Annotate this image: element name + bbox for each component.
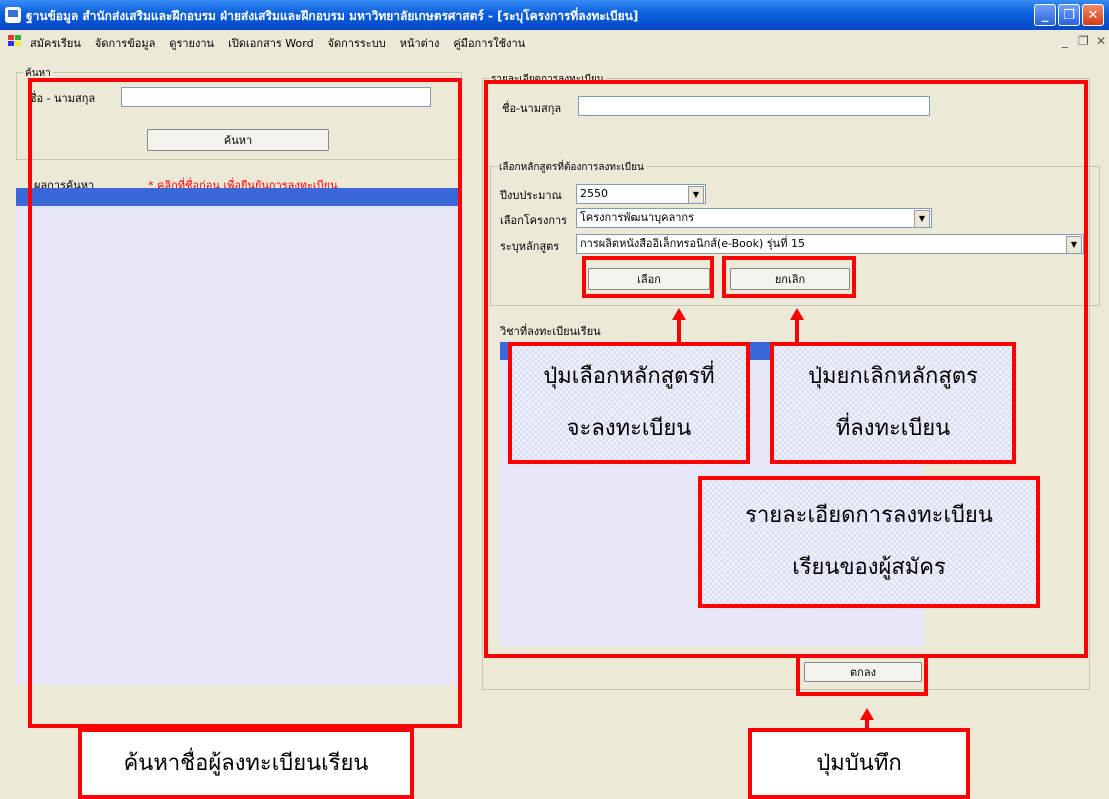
mdi-close-icon[interactable]: ✕	[1096, 34, 1106, 48]
menu-reports[interactable]: ดูรายงาน	[169, 34, 214, 52]
select-button-callout: ปุ่มเลือกหลักสูตรที่ จะลงทะเบียน	[508, 342, 750, 464]
menu-bar: สมัครเรียน จัดการข้อมูล ดูรายงาน เปิดเอก…	[0, 30, 1109, 52]
arrow-line	[795, 318, 799, 342]
title-bar: ฐานข้อมูล สำนักส่งเสริมและฝึกอบรม ฝ่ายส่…	[0, 0, 1109, 30]
details-callout: รายละเอียดการลงทะเบียน เรียนของผู้สมัคร	[698, 476, 1040, 608]
close-icon: ✕	[1087, 7, 1099, 23]
cancel-button-callout: ปุ่มยกเลิกหลักสูตร ที่ลงทะเบียน	[770, 342, 1016, 464]
app-icon	[5, 7, 21, 23]
arrow-line	[677, 318, 681, 342]
form-icon	[8, 35, 22, 47]
maximize-button[interactable]: ❐	[1058, 4, 1080, 26]
menu-manage-data[interactable]: จัดการข้อมูล	[95, 34, 155, 52]
menu-manual[interactable]: คู่มือการใช้งาน	[453, 34, 525, 52]
minimize-icon: _	[1041, 7, 1049, 23]
close-button[interactable]: ✕	[1082, 4, 1104, 26]
menu-window[interactable]: หน้าต่าง	[400, 34, 440, 52]
search-callout: ค้นหาชื่อผู้ลงทะเบียนเรียน	[78, 728, 414, 799]
save-button-callout: ปุ่มบันทึก	[748, 728, 970, 799]
minimize-button[interactable]: _	[1034, 4, 1056, 26]
mdi-restore-icon[interactable]: ❐	[1078, 34, 1089, 48]
ok-button-highlight	[796, 654, 928, 696]
window-title: ฐานข้อมูล สำนักส่งเสริมและฝึกอบรม ฝ่ายส่…	[26, 9, 639, 23]
select-button-highlight	[582, 256, 714, 298]
cancel-button-highlight	[722, 256, 856, 298]
menu-open-word[interactable]: เปิดเอกสาร Word	[228, 34, 313, 52]
search-area-highlight	[28, 78, 462, 728]
menu-system[interactable]: จัดการระบบ	[328, 34, 386, 52]
restore-icon: ❐	[1063, 7, 1075, 23]
mdi-minimize-icon[interactable]: _	[1062, 34, 1068, 48]
menu-register[interactable]: สมัครเรียน	[30, 34, 81, 52]
